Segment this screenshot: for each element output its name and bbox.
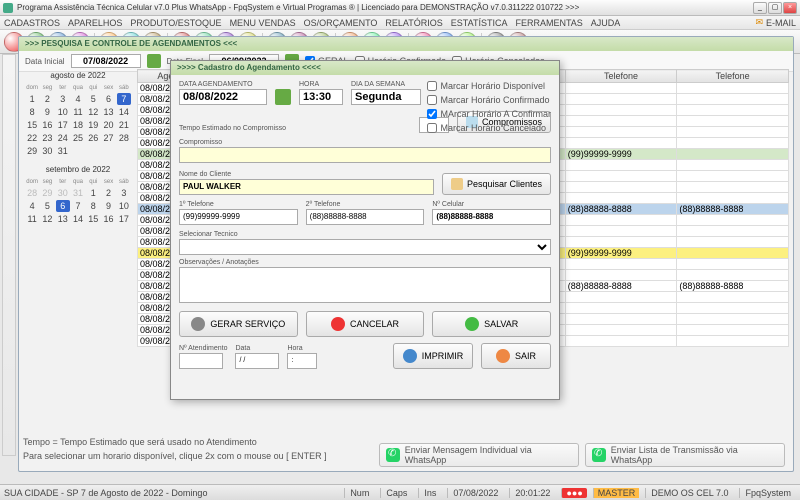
obs-label: Observações / Anotações [179,259,551,266]
menubar: CADASTROS APARELHOS PRODUTO/ESTOQUE MENU… [0,16,800,30]
whatsapp-individual-button[interactable]: Enviar Mensagem Individual via WhatsApp [379,443,579,467]
col-header[interactable]: Telefone [565,70,677,83]
status-demo: DEMO OS CEL 7.0 [645,488,733,498]
menu-item[interactable]: MENU VENDAS [230,18,296,28]
minimize-button[interactable]: _ [753,2,767,14]
nome-label: Nome do Cliente [179,171,434,178]
col-header[interactable]: Telefone [677,70,789,83]
status-time: 20:01:22 [509,488,555,498]
cal-header: agosto de 2022 [23,69,133,82]
data-agend-input[interactable]: 08/08/2022 [179,89,267,105]
chk-cancelado[interactable]: Marcar Horário Cancelado [427,123,551,133]
compromisso-input[interactable] [179,147,551,163]
hora-label: HORA [299,81,343,88]
data2-label: Data [235,345,279,352]
nome-input[interactable]: PAUL WALKER [179,179,434,195]
status-date: 07/08/2022 [447,488,503,498]
atend-input [179,353,223,369]
cel-label: Nº Celular [432,201,551,208]
tel1-label: 1º Telefone [179,201,298,208]
salvar-button[interactable]: SALVAR [432,311,551,337]
tecnico-label: Selecionar Tecnico [179,231,551,238]
status-caps: Caps [380,488,412,498]
whatsapp-icon [592,448,606,462]
main-title: >>> PESQUISA E CONTROLE DE AGENDAMENTOS … [19,37,793,51]
hora-input[interactable]: 13:30 [299,89,343,105]
chk-aconfirmar[interactable]: MArcar Horário A Confirmar [427,109,551,119]
status-checks: Marcar Horário Disponível Marcar Horário… [427,81,551,133]
whatsapp-lista-button[interactable]: Enviar Lista de Transmissão via WhatsApp [585,443,785,467]
pesquisar-clientes-button[interactable]: Pesquisar Clientes [442,173,551,195]
maximize-button[interactable]: ▢ [768,2,782,14]
status-fpq: FpqSystem [739,488,796,498]
side-ruler [2,54,16,456]
data2-input: / / [235,353,279,369]
cadastro-modal: >>>> Cadastro do Agendamento <<<< DATA A… [170,60,560,400]
menu-item[interactable]: ESTATÍSTICA [451,18,508,28]
tel2-label: 2º Telefone [306,201,425,208]
footer: Tempo = Tempo Estimado que será usado no… [23,435,789,467]
data-inicial-label: Data Inicial [25,57,65,66]
calendar-grid[interactable]: domsegterquaquisexsáb2829303112345678910… [23,176,133,227]
menu-item[interactable]: OS/ORÇAMENTO [304,18,378,28]
menu-item[interactable]: APARELHOS [68,18,122,28]
cal-header: setembro de 2022 [23,163,133,176]
chk-confirmado[interactable]: Marcar Horário Confirmado [427,95,551,105]
data-inicial-input[interactable]: 07/08/2022 [71,54,141,68]
menu-item[interactable]: CADASTROS [4,18,60,28]
dia-label: DIA DA SEMANA [351,81,421,88]
menu-item[interactable]: FERRAMENTAS [515,18,582,28]
cancelar-button[interactable]: CANCELAR [306,311,425,337]
menu-item[interactable]: RELATÓRIOS [385,18,442,28]
obs-textarea[interactable] [179,267,551,303]
imprimir-button[interactable]: IMPRIMIR [393,343,473,369]
hora2-label: Hora [287,345,317,352]
status-red: ●●● [561,488,586,498]
status-location: SUA CIDADE - SP 7 de Agosto de 2022 - Do… [4,488,207,498]
dia-input: Segunda [351,89,421,105]
email-button[interactable]: E-MAIL [755,17,796,28]
cel-input[interactable]: (88)88888-8888 [432,209,551,225]
gerar-servico-button[interactable]: GERAR SERVIÇO [179,311,298,337]
hora2-input: : [287,353,317,369]
menu-item[interactable]: AJUDA [591,18,621,28]
tecnico-select[interactable] [179,239,551,255]
statusbar: SUA CIDADE - SP 7 de Agosto de 2022 - Do… [0,484,800,500]
modal-title: >>>> Cadastro do Agendamento <<<< [171,61,559,75]
calendar-icon[interactable] [275,89,291,105]
calendar-grid[interactable]: domsegterquaquisexsáb1234567891011121314… [23,82,133,159]
status-num: Num [344,488,374,498]
chk-disponivel[interactable]: Marcar Horário Disponível [427,81,551,91]
calendar-left: agosto de 2022 domsegterquaquisexsáb1234… [23,69,133,431]
status-ins: Ins [418,488,441,498]
status-master: MASTER [593,488,640,498]
tel2-input[interactable]: (88)88888-8888 [306,209,425,225]
calendar-icon[interactable] [147,54,161,68]
tel1-input[interactable]: (99)99999-9999 [179,209,298,225]
app-icon [3,3,13,13]
data-agend-label: DATA AGENDAMENTO [179,81,267,88]
tempo-label: Tempo Estimado no Compromisso [179,125,411,132]
window-title: Programa Assistência Técnica Celular v7.… [17,3,752,12]
whatsapp-icon [386,448,400,462]
atend-label: Nº Atendimento [179,345,227,352]
titlebar: Programa Assistência Técnica Celular v7.… [0,0,800,16]
close-button[interactable]: × [783,2,797,14]
compromisso-label: Compromisso [179,139,551,146]
menu-item[interactable]: PRODUTO/ESTOQUE [130,18,221,28]
sair-button[interactable]: SAIR [481,343,551,369]
